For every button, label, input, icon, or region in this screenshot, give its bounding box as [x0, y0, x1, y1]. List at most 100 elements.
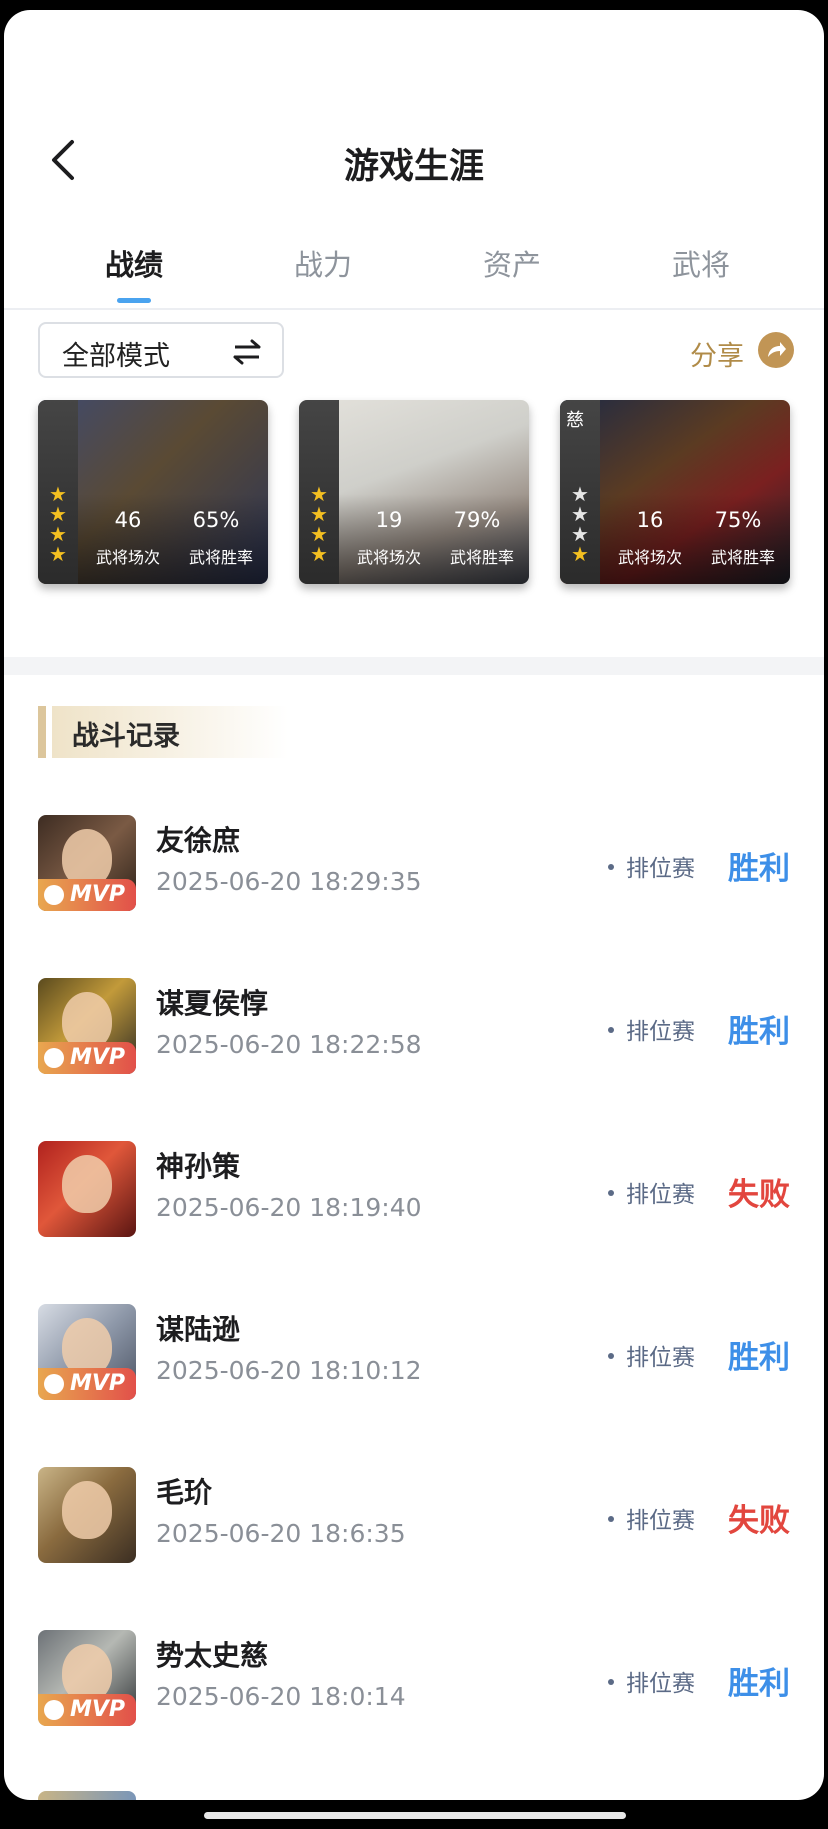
battle-record-row[interactable]: MVP 友徐庶 2025-06-20 18:29:35 排位赛 胜利: [4, 815, 824, 935]
avatar-face: [62, 1155, 112, 1213]
hero-winrate: 65%: [192, 508, 240, 532]
trophy-icon: [44, 885, 64, 905]
trophy-icon: [44, 1048, 64, 1068]
mvp-badge: MVP: [38, 1042, 136, 1074]
battle-record-row[interactable]: MVP 谋夏侯惇 2025-06-20 18:22:58 排位赛 胜利: [4, 978, 824, 1098]
hero-winrate: 79%: [453, 508, 501, 532]
share-label: 分享: [690, 341, 744, 372]
hero-avatar: [38, 1141, 136, 1237]
tab-generals[interactable]: 武将: [641, 242, 761, 284]
record-mode-label: 排位赛: [626, 1182, 695, 1208]
record-mode: 排位赛: [608, 1501, 695, 1535]
mvp-badge: MVP: [38, 1368, 136, 1400]
star-icon: ★: [571, 542, 589, 566]
record-mode-label: 排位赛: [626, 1671, 695, 1697]
hero-avatar-partial: [38, 1791, 136, 1800]
hero-winrate: 75%: [714, 508, 762, 532]
star-empty-icon: ★: [571, 482, 589, 506]
record-time: 2025-06-20 18:10:12: [156, 1356, 422, 1385]
home-indicator[interactable]: [204, 1812, 626, 1819]
star-icon: ★: [310, 502, 328, 526]
hero-tag: 慈: [566, 410, 584, 431]
hero-matches: 46: [114, 508, 142, 532]
star-empty-icon: ★: [571, 502, 589, 526]
record-time: 2025-06-20 18:0:14: [156, 1682, 406, 1711]
hero-card[interactable]: 慈 ★ ★ ★ ★ 16 武将场次 75% 武将胜率: [560, 400, 790, 584]
share-button[interactable]: 分享: [674, 332, 794, 372]
hero-winrate-label: 武将胜率: [188, 548, 253, 567]
header: 游戏生涯: [4, 10, 824, 210]
game-career-screen: 游戏生涯 战绩 战力 资产 武将 全部模式 分享 ★ ★ ★ ★ 46 武将场次…: [4, 10, 824, 1800]
hero-matches-label: 武将场次: [95, 548, 160, 567]
hero-card[interactable]: ★ ★ ★ ★ 19 武将场次 79% 武将胜率: [299, 400, 529, 584]
hero-matches: 19: [375, 508, 403, 532]
hero-card[interactable]: ★ ★ ★ ★ 46 武将场次 65% 武将胜率: [38, 400, 268, 584]
battle-record-row[interactable]: MVP 势太史慈 2025-06-20 18:0:14 排位赛 胜利: [4, 1630, 824, 1750]
record-time: 2025-06-20 18:22:58: [156, 1030, 422, 1059]
record-hero-name: 谋陆逊: [156, 1313, 241, 1346]
tab-assets[interactable]: 资产: [452, 242, 572, 284]
star-strip: 慈 ★ ★ ★ ★: [560, 400, 600, 584]
star-icon: ★: [49, 522, 67, 546]
bullet-dot: [608, 1678, 614, 1685]
avatar-face: [62, 1481, 112, 1539]
record-mode: 排位赛: [608, 1338, 695, 1372]
mvp-label: MVP: [70, 1045, 126, 1070]
record-result: 胜利: [728, 1014, 790, 1050]
record-mode: 排位赛: [608, 1175, 695, 1209]
hero-avatar: MVP: [38, 978, 136, 1074]
record-hero-name: 友徐庶: [156, 824, 241, 857]
tab-active-underline: [117, 298, 151, 303]
record-mode: 排位赛: [608, 1664, 695, 1698]
record-mode-label: 排位赛: [626, 1019, 695, 1045]
mvp-label: MVP: [70, 882, 126, 907]
record-result: 失败: [728, 1503, 790, 1539]
share-arrow-icon: [758, 332, 794, 368]
mode-select-label: 全部模式: [62, 341, 170, 372]
record-mode-label: 排位赛: [626, 1508, 695, 1534]
mvp-badge: MVP: [38, 1694, 136, 1726]
record-result: 胜利: [728, 851, 790, 887]
tab-bar: 战绩 战力 资产 武将: [4, 232, 824, 310]
star-strip: ★ ★ ★ ★: [38, 400, 78, 584]
bullet-dot: [608, 1189, 614, 1196]
hero-matches: 16: [636, 508, 664, 532]
section-header: 战斗记录: [38, 706, 288, 758]
battle-record-row[interactable]: 毛玠 2025-06-20 18:6:35 排位赛 失败: [4, 1467, 824, 1587]
record-result: 胜利: [728, 1666, 790, 1702]
trophy-icon: [44, 1700, 64, 1720]
star-icon: ★: [310, 482, 328, 506]
hero-avatar: MVP: [38, 1304, 136, 1400]
mvp-badge: MVP: [38, 879, 136, 911]
section-title: 战斗记录: [72, 721, 180, 752]
bullet-dot: [608, 1026, 614, 1033]
record-mode: 排位赛: [608, 1012, 695, 1046]
mvp-label: MVP: [70, 1371, 126, 1396]
star-strip: ★ ★ ★ ★: [299, 400, 339, 584]
record-time: 2025-06-20 18:19:40: [156, 1193, 422, 1222]
battle-record-row[interactable]: MVP 谋陆逊 2025-06-20 18:10:12 排位赛 胜利: [4, 1304, 824, 1424]
page-title: 游戏生涯: [343, 147, 484, 187]
tab-record[interactable]: 战绩: [74, 242, 194, 284]
record-hero-name: 势太史慈: [156, 1639, 269, 1672]
record-mode: 排位赛: [608, 849, 695, 883]
record-hero-name: 神孙策: [156, 1150, 241, 1183]
bullet-dot: [608, 1515, 614, 1522]
section-accent-bar: [38, 706, 46, 758]
record-mode-label: 排位赛: [626, 856, 695, 882]
swap-icon: [233, 339, 261, 365]
hero-matches-label: 武将场次: [617, 548, 682, 567]
record-result: 失败: [728, 1177, 790, 1213]
hero-avatar: MVP: [38, 815, 136, 911]
star-icon: ★: [49, 482, 67, 506]
mvp-label: MVP: [70, 1697, 126, 1722]
battle-record-row[interactable]: 神孙策 2025-06-20 18:19:40 排位赛 失败: [4, 1141, 824, 1261]
section-divider: [4, 657, 824, 675]
record-time: 2025-06-20 18:29:35: [156, 867, 422, 896]
hero-avatar: MVP: [38, 1630, 136, 1726]
hero-matches-label: 武将场次: [356, 548, 421, 567]
hero-winrate-label: 武将胜率: [449, 548, 514, 567]
mode-select[interactable]: 全部模式: [38, 322, 284, 378]
tab-power[interactable]: 战力: [263, 242, 383, 284]
bullet-dot: [608, 1352, 614, 1359]
